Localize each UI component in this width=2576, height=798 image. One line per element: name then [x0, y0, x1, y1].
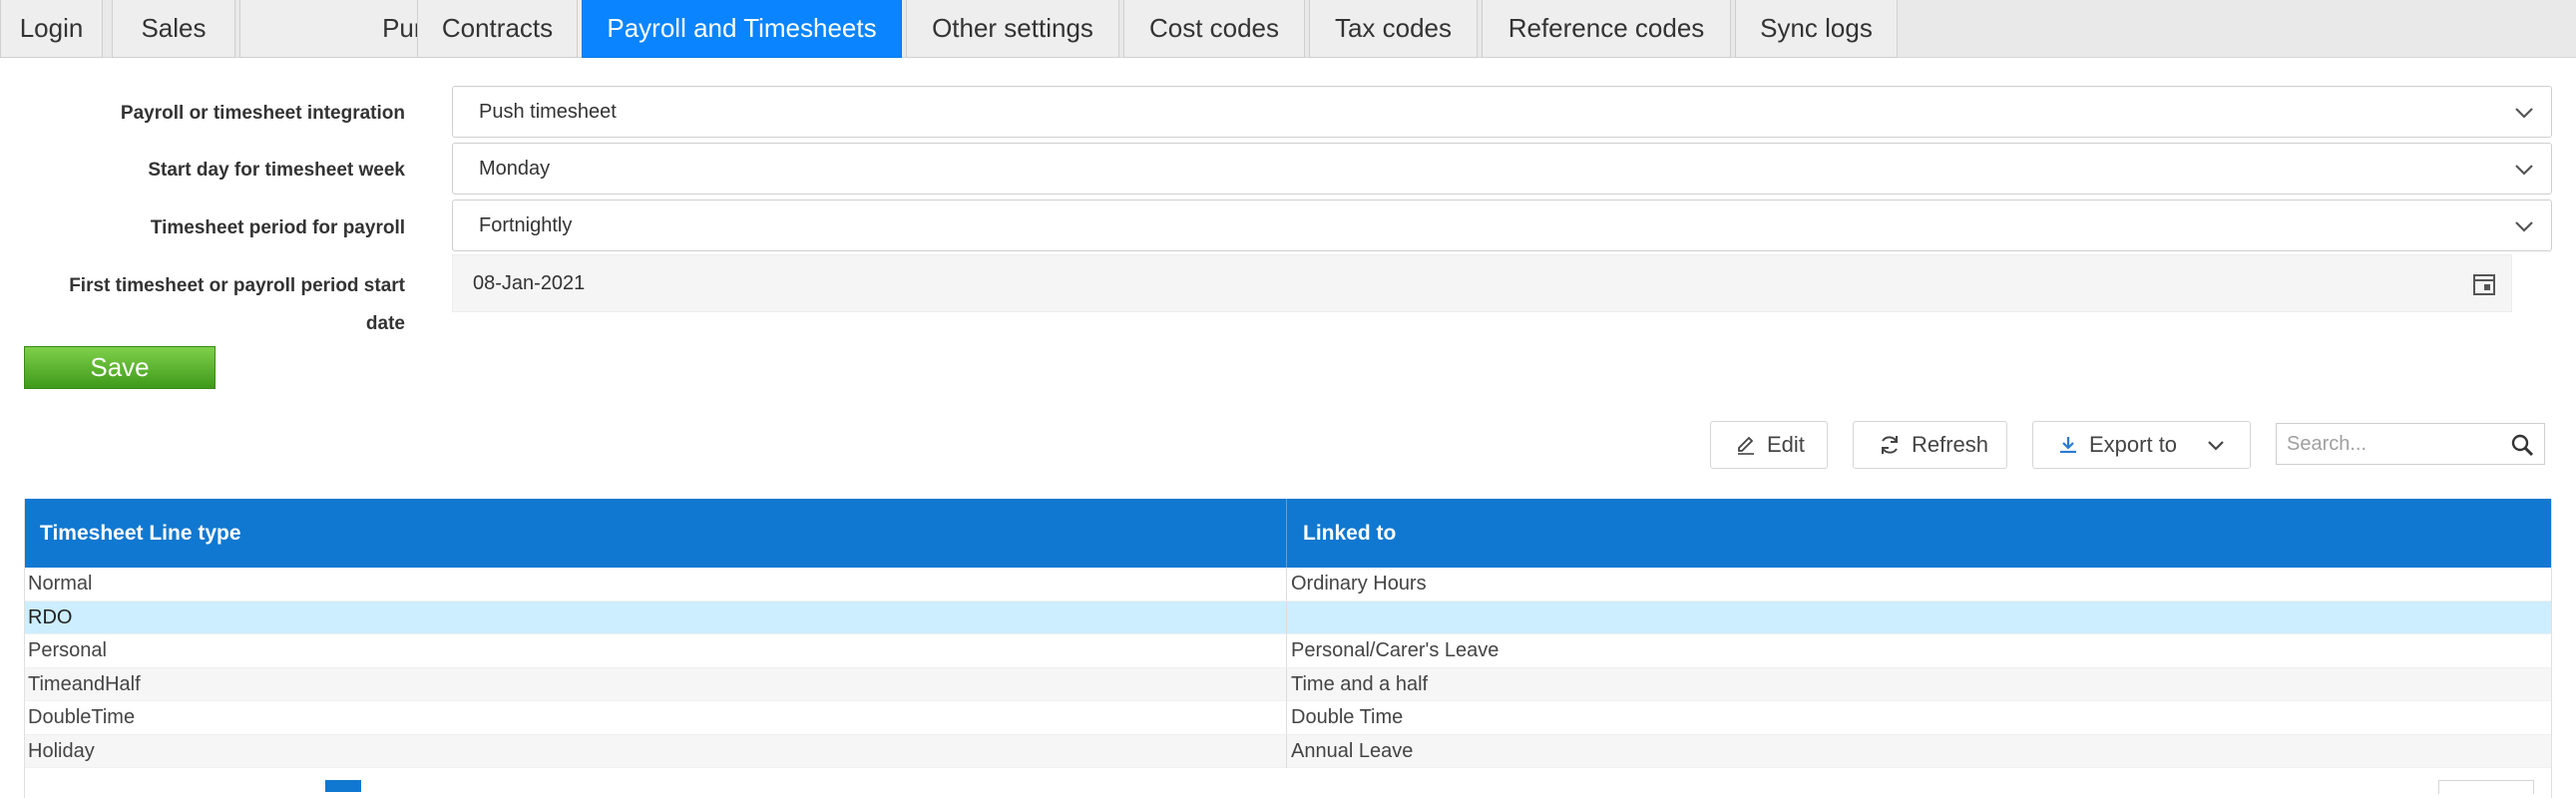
cell-line-type: Holiday [24, 734, 1287, 768]
edit-label: Edit [1767, 432, 1805, 457]
tab-sales[interactable]: Sales [112, 0, 235, 58]
integration-label: Payroll or timesheet integration [120, 103, 405, 124]
chevron-down-icon[interactable] [2205, 434, 2227, 456]
integration-value: Push timesheet [479, 100, 617, 123]
refresh-label: Refresh [1912, 432, 1989, 457]
tab-payroll-and-timesheets[interactable]: Payroll and Timesheets [582, 0, 902, 58]
table-row[interactable]: Normal Ordinary Hours [24, 568, 2552, 601]
grid-header: Timesheet Line type Linked to [24, 499, 2552, 568]
cell-line-type: Personal [24, 634, 1287, 667]
first-date-label: First timesheet or payroll period start [69, 275, 405, 296]
first-date-label-continued: date [365, 313, 405, 334]
cell-line-type: Normal [24, 568, 1287, 600]
table-row[interactable]: DoubleTime Double Time [24, 701, 2552, 735]
first-date-value: 08-Jan-2021 [473, 271, 586, 294]
search-box[interactable] [2276, 423, 2545, 465]
edit-button[interactable]: Edit [1710, 421, 1828, 469]
export-button[interactable]: Export to [2032, 421, 2251, 469]
cell-linked-to: Personal/Carer's Leave [1291, 639, 1500, 661]
column-header-line-type[interactable]: Timesheet Line type [24, 499, 1287, 568]
search-icon[interactable] [2510, 433, 2534, 457]
table-row-selected[interactable]: RDO [24, 600, 2552, 634]
pager-current-page[interactable] [325, 780, 361, 792]
tab-contracts[interactable]: Contracts [417, 0, 578, 58]
tab-bar: Login Sales Purchases Contracts Payroll … [0, 0, 2576, 58]
page-size-select[interactable] [2438, 780, 2534, 794]
start-day-select[interactable]: Monday [452, 143, 2552, 195]
save-button[interactable]: Save [24, 346, 215, 389]
download-icon [2060, 437, 2076, 454]
search-input[interactable] [2285, 431, 2498, 457]
refresh-button[interactable]: Refresh [1853, 421, 2007, 469]
timesheet-grid: Timesheet Line type Linked to Normal Ord… [24, 499, 2552, 768]
calendar-icon[interactable] [2471, 271, 2497, 297]
tab-cost-codes[interactable]: Cost codes [1123, 0, 1305, 58]
tab-other-settings[interactable]: Other settings [906, 0, 1119, 58]
period-value: Fortnightly [479, 213, 573, 236]
cell-linked-to: Ordinary Hours [1291, 573, 1427, 595]
cell-line-type: RDO [24, 600, 1287, 634]
table-row[interactable]: Holiday Annual Leave [24, 734, 2552, 768]
pencil-icon [1738, 436, 1754, 455]
cell-line-type: DoubleTime [24, 701, 1287, 734]
refresh-icon [1882, 436, 1898, 454]
cell-linked-to: Double Time [1291, 706, 1404, 728]
start-day-label: Start day for timesheet week [148, 160, 405, 181]
tab-reference-codes[interactable]: Reference codes [1482, 0, 1731, 58]
integration-select[interactable]: Push timesheet [452, 86, 2552, 138]
cell-linked-to: Time and a half [1291, 672, 1429, 695]
tab-login[interactable]: Login [0, 0, 103, 58]
first-date-input[interactable]: 08-Jan-2021 [452, 254, 2512, 312]
cell-linked-to [1287, 601, 2552, 634]
export-label: Export to [2089, 432, 2178, 457]
period-label: Timesheet period for payroll [150, 217, 405, 238]
tab-tax-codes[interactable]: Tax codes [1309, 0, 1478, 58]
tab-sync-logs[interactable]: Sync logs [1735, 0, 1898, 58]
table-row[interactable]: TimeandHalf Time and a half [24, 667, 2552, 701]
cell-linked-to: Annual Leave [1291, 739, 1414, 762]
column-header-linked-to[interactable]: Linked to [1287, 499, 2552, 568]
chevron-down-icon [2515, 221, 2533, 232]
chevron-down-icon [2515, 108, 2533, 119]
start-day-value: Monday [479, 157, 551, 180]
cell-line-type: TimeandHalf [24, 667, 1287, 701]
table-row[interactable]: Personal Personal/Carer's Leave [24, 634, 2552, 668]
period-select[interactable]: Fortnightly [452, 200, 2552, 251]
chevron-down-icon [2515, 165, 2533, 176]
